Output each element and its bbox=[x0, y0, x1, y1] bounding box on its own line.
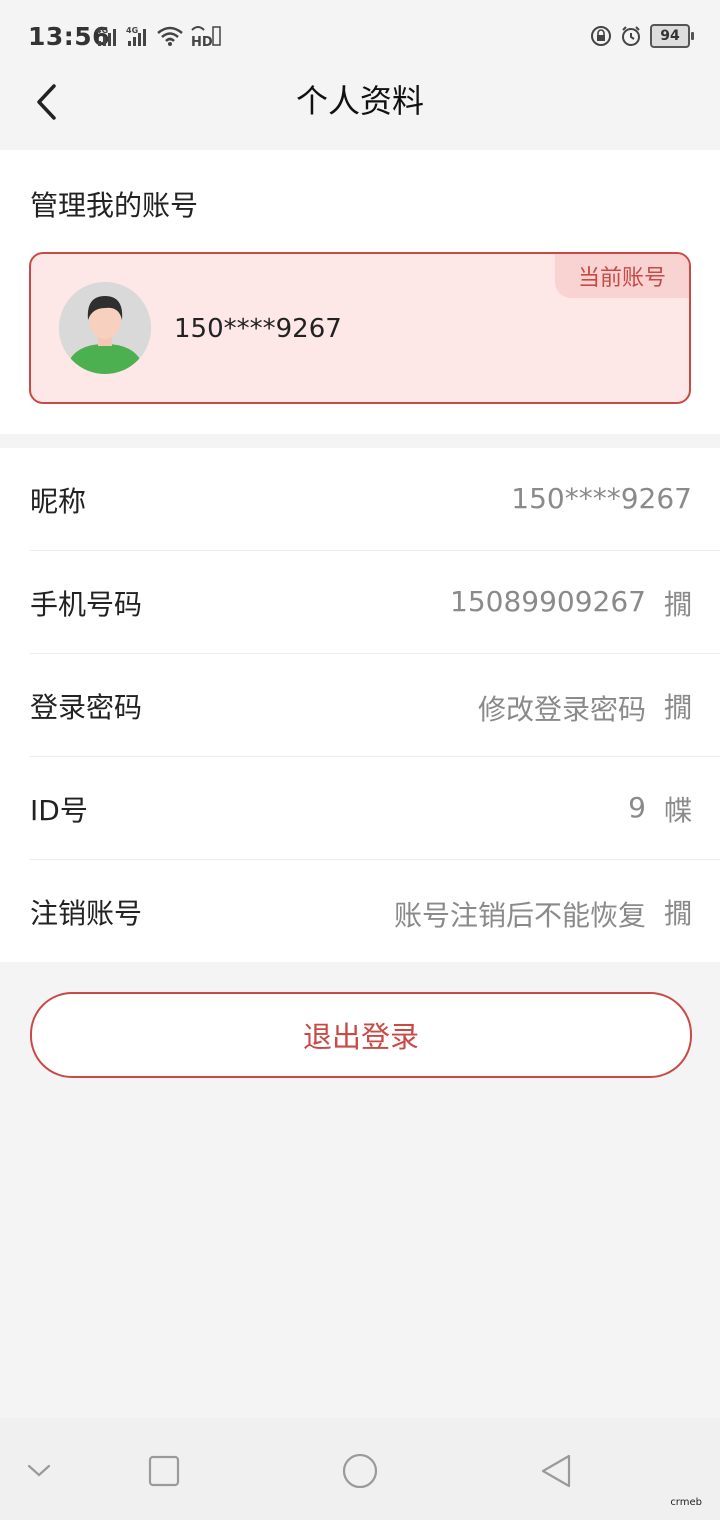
current-account-card[interactable]: 当前账号 150****9267 bbox=[29, 252, 691, 404]
hd-icon: HD bbox=[191, 26, 221, 48]
row-value: 9 bbox=[628, 791, 646, 824]
chevron-down-icon bbox=[27, 1464, 51, 1477]
square-icon bbox=[148, 1455, 180, 1487]
arrow-right-icon: 撊 bbox=[663, 897, 692, 930]
profile-info-list: 昵称 150****9267 手机号码 15089909267 撊 登录密码 修… bbox=[0, 448, 720, 962]
row-value: 15089909267 bbox=[450, 585, 646, 618]
page-title: 个人资料 bbox=[295, 82, 424, 120]
battery-indicator: 94 bbox=[650, 24, 694, 48]
user-avatar-icon bbox=[59, 282, 151, 374]
logout-button[interactable]: 退出登录 bbox=[30, 992, 692, 1078]
cancel-account-row[interactable]: 注销账号 账号注销后不能恢复 撊 bbox=[0, 860, 720, 962]
row-value: 账号注销后不能恢复 bbox=[393, 899, 646, 932]
row-value: 150****9267 bbox=[511, 482, 692, 515]
status-bar: 13:56 4G 4G HD 94 bbox=[0, 0, 720, 76]
signal-4g-icon: 4G bbox=[126, 26, 146, 46]
row-label: 注销账号 bbox=[30, 897, 143, 930]
account-name: 150****9267 bbox=[174, 314, 342, 344]
home-button[interactable] bbox=[337, 1448, 383, 1494]
recent-apps-button[interactable] bbox=[141, 1448, 187, 1494]
row-label: 手机号码 bbox=[30, 588, 143, 621]
system-nav-bar: crmeb bbox=[0, 1418, 720, 1520]
triangle-back-icon bbox=[541, 1454, 571, 1488]
row-label: 登录密码 bbox=[30, 691, 143, 724]
row-value: 修改登录密码 bbox=[477, 693, 646, 726]
system-back-button[interactable] bbox=[533, 1448, 579, 1494]
watermark: crmeb bbox=[670, 1497, 702, 1508]
alarm-icon bbox=[622, 26, 640, 46]
avatar bbox=[59, 282, 151, 374]
phone-number-row[interactable]: 手机号码 15089909267 撊 bbox=[0, 551, 720, 653]
arrow-right-icon: 撊 bbox=[663, 691, 692, 724]
status-icons-left: 4G 4G HD bbox=[96, 24, 222, 48]
svg-text:4G: 4G bbox=[96, 26, 108, 35]
login-password-row[interactable]: 登录密码 修改登录密码 撊 bbox=[0, 654, 720, 756]
wifi-icon bbox=[157, 26, 183, 46]
svg-text:HD: HD bbox=[191, 35, 213, 48]
arrow-right-icon: 撊 bbox=[663, 588, 692, 621]
svg-text:4G: 4G bbox=[126, 26, 138, 35]
row-label: ID号 bbox=[30, 794, 88, 827]
circle-icon bbox=[342, 1453, 378, 1489]
status-icons-right: 94 bbox=[590, 24, 694, 48]
nav-collapse-button[interactable] bbox=[16, 1448, 62, 1494]
row-label: 昵称 bbox=[30, 485, 87, 518]
rotation-lock-icon bbox=[591, 26, 611, 46]
header: 个人资料 bbox=[0, 76, 720, 148]
copy-icon: 幉 bbox=[663, 794, 692, 827]
section-title: 管理我的账号 bbox=[30, 189, 199, 222]
current-account-badge: 当前账号 bbox=[555, 254, 689, 298]
battery-level: 94 bbox=[660, 28, 680, 44]
account-section: 管理我的账号 当前账号 150****9267 bbox=[0, 150, 720, 434]
signal-4g-icon: 4G bbox=[96, 26, 116, 46]
nickname-row[interactable]: 昵称 150****9267 bbox=[0, 448, 720, 550]
id-row[interactable]: ID号 9 幉 bbox=[0, 757, 720, 859]
